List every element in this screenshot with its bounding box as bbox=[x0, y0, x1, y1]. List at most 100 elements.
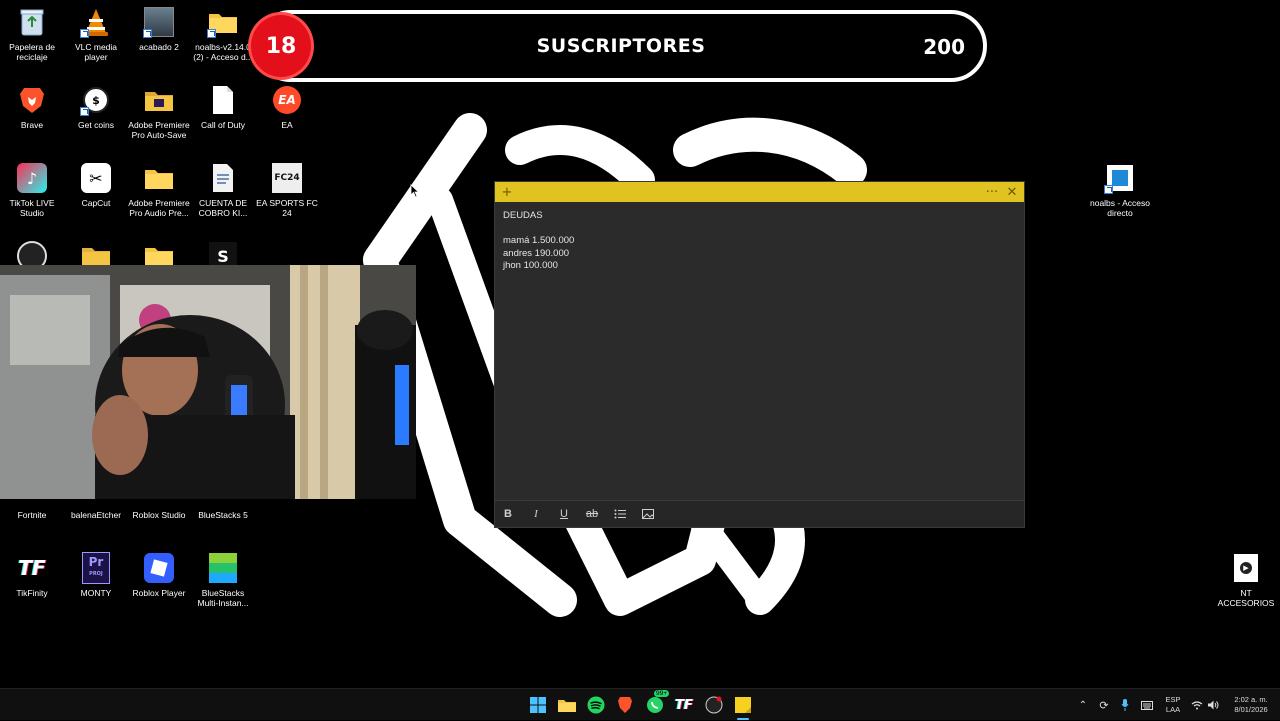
brave-taskbar-icon[interactable] bbox=[615, 695, 635, 715]
note-line: jhon 100.000 bbox=[503, 260, 558, 271]
desktop-icon-tiktoklive[interactable]: ♪ TikTok LIVE Studio bbox=[0, 158, 64, 236]
desktop-icon-getcoins[interactable]: $ Get coins bbox=[64, 80, 128, 158]
desktop-icon-roblox-player[interactable]: Roblox Player bbox=[127, 548, 191, 626]
desktop-icon-vlc[interactable]: VLC media player bbox=[64, 2, 128, 80]
sticky-notes-taskbar-icon[interactable] bbox=[733, 695, 753, 715]
desktop-icon-callofduty[interactable]: Call of Duty bbox=[191, 80, 255, 158]
icon-label: MONTY bbox=[80, 588, 112, 598]
desktop-icon-premiere-autosave[interactable]: Adobe Premiere Pro Auto-Save bbox=[127, 80, 191, 158]
app-icon bbox=[1104, 162, 1136, 194]
desktop-icon-noalbs-folder[interactable]: noalbs-v2.14.0 (2) - Acceso d... bbox=[191, 2, 255, 80]
desktop-icon-cuenta[interactable]: CUENTA DE COBRO KI... bbox=[191, 158, 255, 236]
sticky-note-content[interactable]: DEUDAS mamá 1.500.000 andres 190.000 jho… bbox=[503, 210, 1016, 273]
subscriber-current-count: 18 bbox=[248, 12, 314, 80]
desktop-icon-noalbs-shortcut[interactable]: noalbs - Acceso directo bbox=[1088, 158, 1152, 236]
premiere-project-icon: Pr PROJ bbox=[80, 552, 112, 584]
icon-label: EA bbox=[281, 120, 293, 130]
desktop-icon-brave[interactable]: Brave bbox=[0, 80, 64, 158]
icon-label: EA SPORTS FC 24 bbox=[256, 198, 318, 218]
italic-button[interactable]: I bbox=[527, 505, 545, 523]
icon-label: noalbs-v2.14.0 (2) - Acceso d... bbox=[193, 42, 253, 62]
tiktok-coins-icon: $ bbox=[80, 84, 112, 116]
file-explorer-icon[interactable] bbox=[557, 695, 577, 715]
icon-label: Roblox Player bbox=[132, 588, 186, 598]
ea-icon: EA bbox=[271, 84, 303, 116]
wifi-icon[interactable] bbox=[1190, 689, 1204, 721]
icon-label: TikFinity bbox=[16, 588, 48, 598]
keyboard-layout: LAA bbox=[1165, 705, 1181, 714]
bold-button[interactable]: B bbox=[499, 505, 517, 523]
icon-label: VLC media player bbox=[74, 42, 118, 62]
shortcut-arrow-icon bbox=[80, 29, 89, 38]
icon-label: Fortnite bbox=[17, 510, 47, 520]
obs-taskbar-icon[interactable] bbox=[704, 695, 724, 715]
image-file-icon bbox=[143, 6, 175, 38]
tikfinity-icon: TF bbox=[18, 556, 46, 580]
folder-icon bbox=[143, 84, 175, 116]
keyboard-icon[interactable] bbox=[1140, 689, 1154, 721]
desktop-icon-acabado[interactable]: acabado 2 bbox=[127, 2, 191, 80]
volume-icon[interactable] bbox=[1206, 689, 1220, 721]
new-note-plus-icon[interactable]: + bbox=[499, 182, 515, 202]
icon-label: Adobe Premiere Pro Audio Pre... bbox=[128, 198, 190, 218]
icon-label: CapCut bbox=[81, 198, 111, 208]
bullet-list-icon[interactable] bbox=[611, 505, 629, 523]
icon-label: BlueStacks Multi-Instan... bbox=[197, 588, 249, 608]
microphone-icon[interactable] bbox=[1118, 689, 1132, 721]
webcam-feed-image bbox=[0, 265, 416, 499]
desktop-icon-bluestacks-multi[interactable]: BlueStacks Multi-Instan... bbox=[191, 548, 255, 626]
fc24-icon: FC24 bbox=[271, 162, 303, 194]
clock[interactable]: 2:02 a. m. 8/01/2026 bbox=[1224, 689, 1278, 721]
desktop: Papelera de reciclaje VLC media player a… bbox=[0, 0, 1280, 688]
sync-icon[interactable]: ⟳ bbox=[1097, 689, 1111, 721]
desktop-icon-monty[interactable]: Pr PROJ MONTY bbox=[64, 548, 128, 626]
icon-label: acabado 2 bbox=[139, 42, 179, 52]
more-options-icon[interactable]: ··· bbox=[984, 182, 1000, 202]
shortcut-arrow-icon bbox=[1104, 185, 1113, 194]
note-line: andres 190.000 bbox=[503, 247, 570, 259]
icon-label: NT ACCESORIOS bbox=[1217, 588, 1275, 608]
whatsapp-badge: 99+ bbox=[654, 690, 670, 697]
sticky-note-window[interactable]: + ··· ✕ DEUDAS mamá 1.500.000 andres 190… bbox=[494, 181, 1025, 528]
vlc-icon bbox=[80, 6, 112, 38]
desktop-icon-tikfinity[interactable]: TF TikFinity bbox=[0, 548, 64, 626]
time-text: 2:02 a. m. bbox=[1234, 695, 1268, 704]
note-title-line: DEUDAS bbox=[503, 210, 543, 221]
subscriber-goal-target: 200 bbox=[923, 35, 965, 59]
bluestacks-multi-icon bbox=[207, 552, 239, 584]
desktop-icon-fc24[interactable]: FC24 EA SPORTS FC 24 bbox=[255, 158, 319, 236]
insert-image-icon[interactable] bbox=[639, 505, 657, 523]
sticky-note-titlebar[interactable]: + ··· ✕ bbox=[495, 182, 1024, 202]
tiktok-live-icon: ♪ bbox=[16, 162, 48, 194]
subscriber-goal-title: SUSCRIPTORES bbox=[536, 35, 706, 57]
show-hidden-icons-chevron-up-icon[interactable]: ⌃ bbox=[1076, 689, 1090, 721]
folder-icon bbox=[143, 162, 175, 194]
icon-label: CUENTA DE COBRO KI... bbox=[198, 198, 248, 218]
document-icon bbox=[207, 162, 239, 194]
sticky-note-format-toolbar: B I U ab bbox=[495, 500, 1024, 527]
note-line: mamá 1.500.000 bbox=[503, 235, 575, 246]
shortcut-arrow-icon bbox=[80, 107, 89, 116]
start-button-windows-icon[interactable] bbox=[528, 695, 548, 715]
icon-label: Call of Duty bbox=[201, 120, 245, 130]
underline-button[interactable]: U bbox=[555, 505, 573, 523]
mouse-cursor-icon bbox=[410, 184, 420, 198]
desktop-icon-premiere-audio[interactable]: Adobe Premiere Pro Audio Pre... bbox=[127, 158, 191, 236]
tikfinity-taskbar-icon[interactable]: TF bbox=[674, 695, 694, 715]
roblox-icon bbox=[143, 552, 175, 584]
icon-label: Adobe Premiere Pro Auto-Save bbox=[128, 120, 190, 140]
icon-label: TikTok LIVE Studio bbox=[9, 198, 55, 218]
icon-label: Brave bbox=[20, 120, 44, 130]
desktop-icon-capcut[interactable]: ✂ CapCut bbox=[64, 158, 128, 236]
icon-label: noalbs - Acceso directo bbox=[1089, 198, 1150, 218]
desktop-icon-recycle-bin[interactable]: Papelera de reciclaje bbox=[0, 2, 64, 80]
close-icon[interactable]: ✕ bbox=[1004, 182, 1020, 202]
strikethrough-button[interactable]: ab bbox=[583, 505, 601, 523]
spotify-icon[interactable] bbox=[586, 695, 606, 715]
desktop-icon-nt-accesorios[interactable]: ▶ NT ACCESORIOS bbox=[1214, 548, 1278, 626]
desktop-icon-ea[interactable]: EA EA bbox=[255, 80, 319, 158]
language-indicator[interactable]: ESP LAA bbox=[1160, 689, 1186, 721]
whatsapp-icon[interactable]: 99+ bbox=[645, 690, 670, 715]
date-text: 8/01/2026 bbox=[1234, 705, 1268, 714]
icon-label: balenaEtcher bbox=[70, 510, 122, 520]
